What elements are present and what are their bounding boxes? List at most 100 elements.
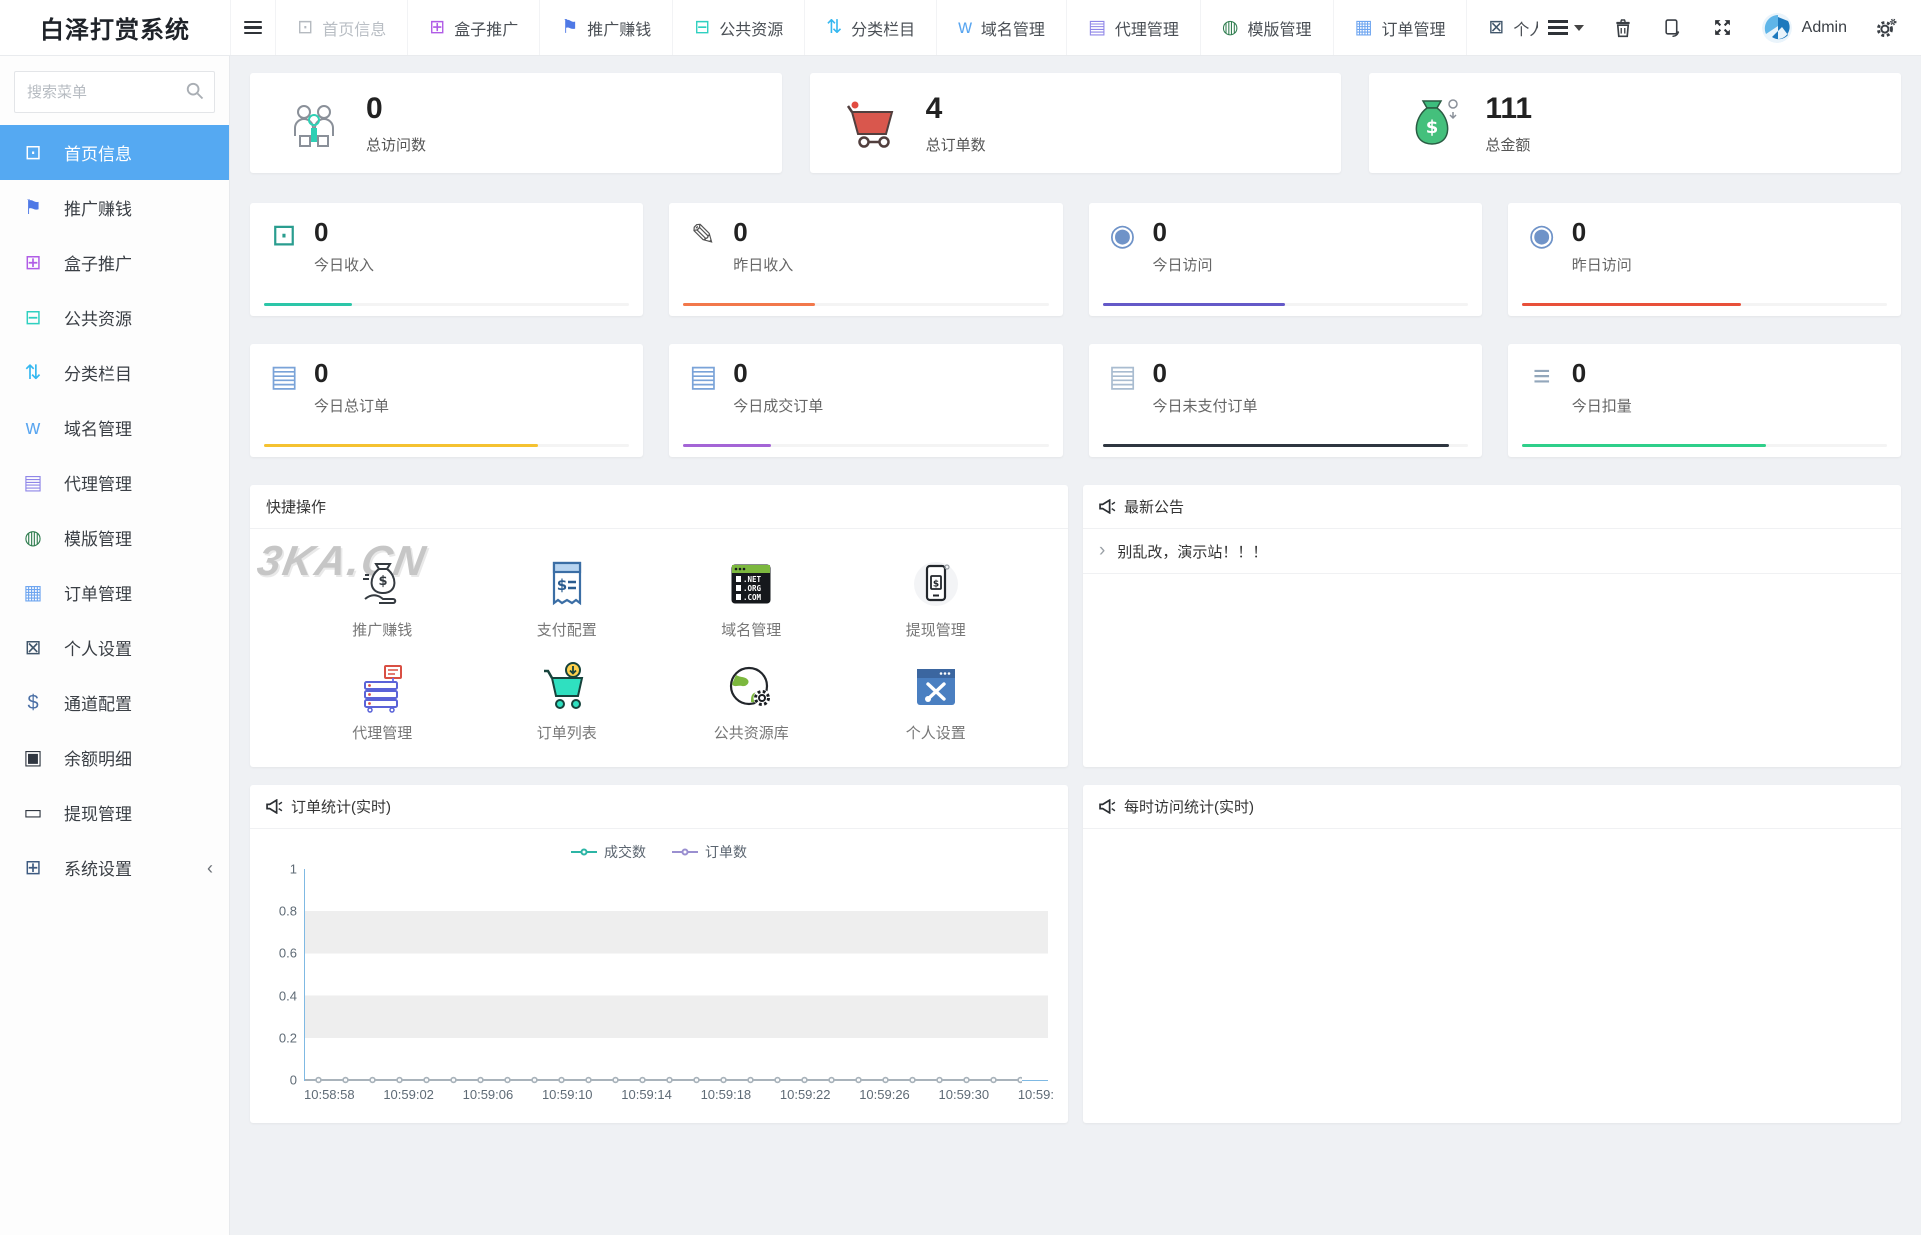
nav-tab[interactable]: ⚑ 推广赚钱 xyxy=(539,0,672,55)
agent-manage-icon: ▤ xyxy=(22,473,44,493)
stat-value: 0 xyxy=(733,219,793,245)
announcement-panel: 最新公告 › 别乱改，演示站！！！ xyxy=(1083,485,1901,767)
refresh-cache-button[interactable] xyxy=(1652,0,1694,56)
x-axis-tick: 10:59:06 xyxy=(463,1087,514,1102)
quick-operations-title: 快捷操作 xyxy=(266,496,326,517)
sidebar-item[interactable]: ▦ 订单管理 xyxy=(0,565,229,620)
total-amount-card: $ 111 总金额 xyxy=(1369,73,1901,173)
stat-progress-line xyxy=(683,444,771,447)
nav-tab[interactable]: ◍ 模版管理 xyxy=(1200,0,1333,55)
stat-progress-track xyxy=(264,444,629,447)
charts-row: 订单统计(实时) 成交数 订单数 xyxy=(250,785,1901,1123)
shortcut-promo-earn[interactable]: $ 推广赚钱 xyxy=(290,547,475,650)
sidebar-item[interactable]: ◍ 模版管理 xyxy=(0,510,229,565)
nav-tab-label: 个人设置 xyxy=(1513,16,1537,40)
shortcut-order-list[interactable]: 订单列表 xyxy=(475,650,660,753)
clear-trash-button[interactable] xyxy=(1602,0,1644,56)
shortcut-personal-settings[interactable]: 个人设置 xyxy=(844,650,1029,753)
sidebar-collapse-icon[interactable]: ‹ xyxy=(200,858,220,879)
nav-tab-label: 公共资源 xyxy=(719,16,783,40)
nav-tab[interactable]: ⊠ 个人设置 xyxy=(1466,0,1537,55)
sidebar-item[interactable]: ⊞ 盒子推广 xyxy=(0,235,229,290)
stat-value: 0 xyxy=(733,360,823,386)
svg-text:$: $ xyxy=(1426,117,1439,138)
stat-progress-line xyxy=(1522,444,1767,447)
sidebar-item[interactable]: ⚑ 推广赚钱 xyxy=(0,180,229,235)
sidebar-item[interactable]: ⇅ 分类栏目 xyxy=(0,345,229,400)
domain-manage-icon: w xyxy=(958,18,972,37)
sidebar-item[interactable]: ⊠ 个人设置 xyxy=(0,620,229,675)
sidebar-item[interactable]: ▤ 代理管理 xyxy=(0,455,229,510)
nav-tab[interactable]: ⊟ 公共资源 xyxy=(672,0,804,55)
shortcut-label: 代理管理 xyxy=(352,722,412,743)
shortcut-withdraw-manage[interactable]: $ 提现管理 xyxy=(844,547,1029,650)
sidebar-item[interactable]: ⊟ 公共资源 xyxy=(0,290,229,345)
stat-label: 今日成交订单 xyxy=(733,395,823,416)
nav-tab[interactable]: ⇅ 分类栏目 xyxy=(804,0,936,55)
svg-text:.COM: .COM xyxy=(743,593,762,602)
shortcut-label: 订单列表 xyxy=(537,722,597,743)
stat-progress-line xyxy=(1522,303,1741,306)
legend-label: 成交数 xyxy=(604,842,646,862)
stat-progress-line xyxy=(1103,303,1286,306)
shortcut-payment-config[interactable]: $ 支付配置 xyxy=(475,547,660,650)
sidebar-item[interactable]: w 域名管理 xyxy=(0,400,229,455)
sidebar-item[interactable]: $ 通道配置 xyxy=(0,675,229,730)
sidebar-item[interactable]: ⊡ 首页信息 xyxy=(0,125,229,180)
svg-text:$: $ xyxy=(379,574,388,589)
total-orders-card: 4 总订单数 xyxy=(810,73,1342,173)
hourly-visits-title: 每时访问统计(实时) xyxy=(1124,796,1254,817)
settings-button[interactable] xyxy=(1865,0,1907,56)
fullscreen-icon xyxy=(1713,18,1732,37)
payment-config-shortcut-icon: $ xyxy=(540,557,594,611)
sidebar-item[interactable]: ▣ 余额明细 xyxy=(0,730,229,785)
category-columns-icon: ⇅ xyxy=(826,18,842,37)
shopping-cart-icon xyxy=(842,92,904,154)
layout-menu-dropdown[interactable] xyxy=(1538,0,1594,56)
announcement-item[interactable]: › 别乱改，演示站！！！ xyxy=(1083,529,1901,574)
y-axis-tick: 0 xyxy=(265,1073,297,1088)
chart-legend: 成交数 订单数 xyxy=(264,839,1054,865)
shortcut-agent-manage[interactable]: 代理管理 xyxy=(290,650,475,753)
sidebar-item-label: 模版管理 xyxy=(64,525,132,550)
system-settings-icon: ⊞ xyxy=(22,858,44,878)
sidebar-item[interactable]: ▭ 提现管理 xyxy=(0,785,229,840)
nav-tab[interactable]: ▦ 订单管理 xyxy=(1333,0,1467,55)
svg-text:$: $ xyxy=(933,580,939,590)
nav-tab-label: 分类栏目 xyxy=(851,16,915,40)
nav-tab[interactable]: ⊞ 盒子推广 xyxy=(407,0,539,55)
y-axis-tick: 0.6 xyxy=(265,946,297,961)
legend-marker-icon xyxy=(571,847,597,857)
public-resource-lib-shortcut-icon xyxy=(724,660,778,714)
balance-detail-icon: ▣ xyxy=(22,748,44,768)
nav-tab[interactable]: w 域名管理 xyxy=(936,0,1066,55)
username: Admin xyxy=(1802,19,1847,37)
sidebar-toggle-button[interactable] xyxy=(230,0,275,55)
megaphone-icon xyxy=(1099,499,1116,514)
quick-operations-grid: $ 推广赚钱 $ xyxy=(290,547,1028,753)
shortcut-public-resource-lib[interactable]: 公共资源库 xyxy=(659,650,844,753)
stat-card: ▤ 0 今日总订单 xyxy=(250,344,643,457)
sidebar-item[interactable]: ⊞ 系统设置 xyxy=(0,840,229,895)
fullscreen-button[interactable] xyxy=(1702,0,1744,56)
user-menu[interactable]: Admin xyxy=(1752,13,1857,43)
svg-text:.ORG: .ORG xyxy=(743,584,762,593)
main-content: 0 总访问数 4 总订单数 xyxy=(230,56,1921,1235)
legend-item[interactable]: 订单数 xyxy=(672,842,747,862)
nav-tab[interactable]: ▤ 代理管理 xyxy=(1066,0,1200,55)
total-amount-value: 111 xyxy=(1485,92,1532,125)
nav-tab[interactable]: ⊡ 首页信息 xyxy=(275,0,407,55)
megaphone-icon xyxy=(266,799,283,814)
shortcut-domain-manage[interactable]: .NET .ORG .COM 域名管理 xyxy=(659,547,844,650)
legend-item[interactable]: 成交数 xyxy=(571,842,646,862)
y-axis-tick: 0.2 xyxy=(265,1030,297,1045)
order-stats-chart: 成交数 订单数 1 0.8 xyxy=(250,829,1068,1102)
total-visits-value: 0 xyxy=(366,92,426,125)
domain-manage-icon: w xyxy=(22,418,44,438)
sidebar-menu: ⊡ 首页信息 ⚑ 推广赚钱 ⊞ 盒子推广 ⊟ 公共资源 ⇅ 分类栏目 xyxy=(0,125,229,895)
sidebar-item-label: 订单管理 xyxy=(64,580,132,605)
category-columns-icon: ⇅ xyxy=(22,363,44,383)
x-axis-tick: 10:59:10 xyxy=(542,1087,593,1102)
middle-panels: 快捷操作 3KA.CN $ 推广赚钱 xyxy=(250,485,1901,767)
y-axis-tick: 0.8 xyxy=(265,904,297,919)
